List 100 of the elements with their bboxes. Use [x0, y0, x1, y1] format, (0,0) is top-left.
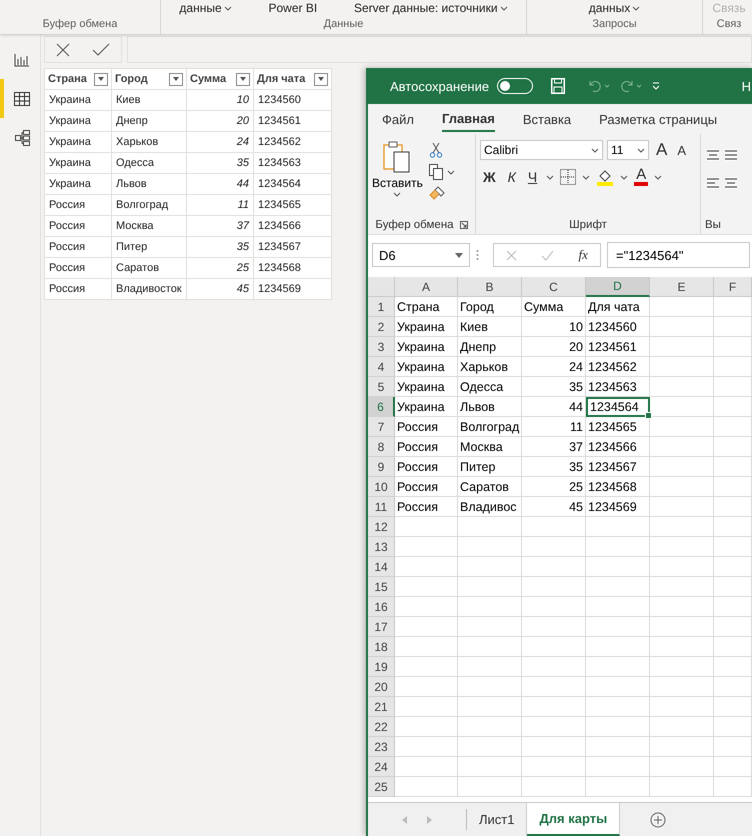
column-header[interactable]: C [522, 277, 586, 297]
cell[interactable]: Украина [395, 397, 458, 417]
empty-cell[interactable] [522, 617, 586, 637]
empty-cell[interactable] [714, 317, 752, 337]
empty-cell[interactable] [458, 617, 522, 637]
cell[interactable]: Владивос [458, 497, 522, 517]
empty-cell[interactable] [650, 357, 714, 377]
filter-dropdown-button[interactable] [314, 72, 328, 86]
dialog-launcher-icon[interactable] [460, 221, 468, 229]
cell[interactable]: 1234569 [586, 497, 650, 517]
row-header[interactable]: 17 [368, 617, 395, 637]
cell[interactable]: 1234564 [586, 397, 650, 417]
cell[interactable]: 1234560 [586, 317, 650, 337]
empty-cell[interactable] [458, 517, 522, 537]
row-header[interactable]: 4 [368, 357, 395, 377]
empty-cell[interactable] [714, 717, 752, 737]
column-header[interactable]: D [586, 277, 650, 297]
empty-cell[interactable] [714, 337, 752, 357]
filter-dropdown-button[interactable] [236, 72, 250, 86]
cell[interactable]: 35 [522, 377, 586, 397]
row-header[interactable]: 3 [368, 337, 395, 357]
cell[interactable]: Львов [458, 397, 522, 417]
empty-cell[interactable] [522, 777, 586, 797]
row-header[interactable]: 6 [368, 397, 395, 417]
empty-cell[interactable] [522, 737, 586, 757]
row-header[interactable]: 9 [368, 457, 395, 477]
ribbon-command[interactable]: данных [588, 1, 640, 15]
cell[interactable]: Волгоград [458, 417, 522, 437]
empty-cell[interactable] [714, 657, 752, 677]
row-header[interactable]: 8 [368, 437, 395, 457]
autosave-toggle[interactable] [497, 78, 534, 94]
empty-cell[interactable] [650, 657, 714, 677]
empty-cell[interactable] [458, 577, 522, 597]
empty-cell[interactable] [714, 497, 752, 517]
empty-cell[interactable] [650, 717, 714, 737]
copy-icon[interactable] [428, 164, 443, 180]
row-header[interactable]: 20 [368, 677, 395, 697]
row-header[interactable]: 22 [368, 717, 395, 737]
cell[interactable]: Украина [395, 337, 458, 357]
empty-cell[interactable] [650, 577, 714, 597]
previous-sheet-icon[interactable] [402, 816, 407, 824]
empty-cell[interactable] [458, 657, 522, 677]
empty-cell[interactable] [650, 517, 714, 537]
empty-cell[interactable] [586, 517, 650, 537]
ribbon-tab[interactable]: Разметка страницы [599, 108, 718, 130]
ribbon-tab[interactable]: Главная [442, 106, 495, 132]
empty-cell[interactable] [650, 337, 714, 357]
empty-cell[interactable] [522, 577, 586, 597]
ribbon-command[interactable]: Power BI [268, 1, 318, 15]
empty-cell[interactable] [458, 697, 522, 717]
empty-cell[interactable] [458, 677, 522, 697]
cell[interactable]: 1234565 [586, 417, 650, 437]
empty-cell[interactable] [714, 537, 752, 557]
cell[interactable]: 10 [522, 317, 586, 337]
empty-cell[interactable] [714, 297, 752, 317]
empty-cell[interactable] [522, 677, 586, 697]
empty-cell[interactable] [586, 717, 650, 737]
fill-color-icon[interactable] [596, 168, 614, 186]
column-header[interactable]: A [395, 277, 458, 297]
row-header[interactable]: 13 [368, 537, 395, 557]
empty-cell[interactable] [714, 777, 752, 797]
cell[interactable]: 20 [522, 337, 586, 357]
cell[interactable]: Одесса [458, 377, 522, 397]
cell[interactable]: 1234561 [586, 337, 650, 357]
empty-cell[interactable] [650, 737, 714, 757]
cell[interactable]: Саратов [458, 477, 522, 497]
increase-font-button[interactable]: A [653, 140, 670, 160]
empty-cell[interactable] [522, 557, 586, 577]
row-header[interactable]: 24 [368, 757, 395, 777]
empty-cell[interactable] [714, 737, 752, 757]
row-header[interactable]: 2 [368, 317, 395, 337]
empty-cell[interactable] [586, 637, 650, 657]
row-header[interactable]: 18 [368, 637, 395, 657]
cell[interactable]: 44 [522, 397, 586, 417]
borders-icon[interactable] [560, 169, 576, 185]
enter-icon[interactable] [541, 250, 554, 260]
empty-cell[interactable] [714, 557, 752, 577]
empty-cell[interactable] [650, 617, 714, 637]
empty-cell[interactable] [522, 657, 586, 677]
empty-cell[interactable] [458, 717, 522, 737]
empty-cell[interactable] [522, 757, 586, 777]
empty-cell[interactable] [522, 537, 586, 557]
empty-cell[interactable] [522, 597, 586, 617]
column-header[interactable]: B [458, 277, 522, 297]
ribbon-tab[interactable]: Файл [382, 108, 414, 130]
cell[interactable]: 1234568 [586, 477, 650, 497]
empty-cell[interactable] [714, 517, 752, 537]
empty-cell[interactable] [522, 717, 586, 737]
row-header[interactable]: 5 [368, 377, 395, 397]
formula-field[interactable]: ="1234564" [607, 242, 750, 268]
empty-cell[interactable] [650, 417, 714, 437]
empty-cell[interactable] [650, 437, 714, 457]
empty-cell[interactable] [586, 737, 650, 757]
next-sheet-icon[interactable] [427, 816, 432, 824]
row-header[interactable]: 15 [368, 577, 395, 597]
row-header[interactable]: 14 [368, 557, 395, 577]
commit-button[interactable] [92, 42, 110, 56]
column-header[interactable]: F [714, 277, 752, 297]
font-color-button[interactable]: А [634, 168, 648, 186]
empty-cell[interactable] [586, 537, 650, 557]
